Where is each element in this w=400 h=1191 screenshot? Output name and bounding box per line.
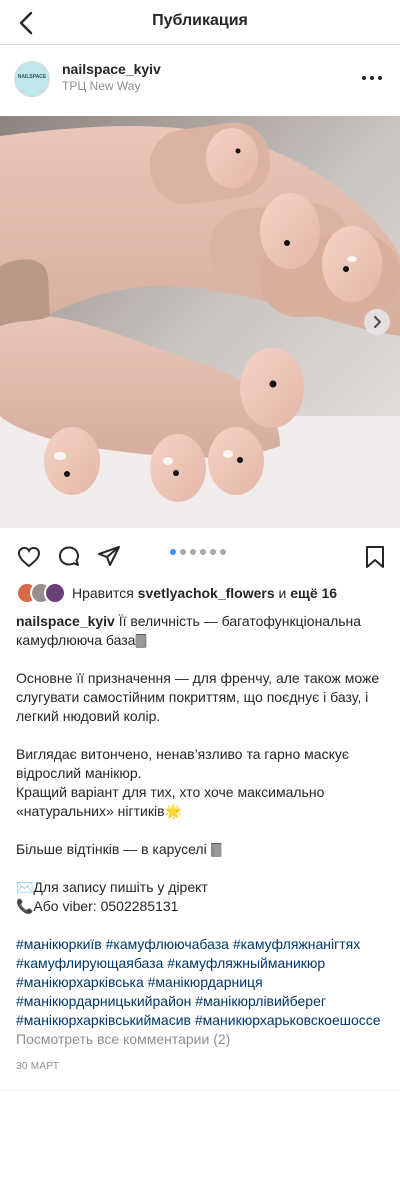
likes-and: и — [278, 585, 287, 601]
post-header: NAILSPACE nailspace_kyiv ТРЦ New Way — [0, 45, 400, 115]
chevron-right-icon — [374, 316, 381, 328]
manicure-photo-image — [0, 116, 400, 528]
view-comments-link[interactable]: Посмотреть все комментарии (2) — [16, 1031, 230, 1047]
caption-paragraph: ✉️Для запису пишіть у дірект 📞Або viber:… — [16, 879, 208, 914]
likes-user[interactable]: svetlyachok_flowers — [138, 585, 275, 601]
more-dots-icon[interactable] — [360, 73, 384, 83]
caption-paragraph: Більше відтінків — в каруселі 🀫 — [16, 841, 222, 857]
comment-bubble-icon[interactable] — [56, 544, 82, 570]
heart-icon[interactable] — [16, 544, 42, 570]
carousel-dot — [190, 549, 196, 555]
likes-row[interactable]: Нравится svetlyachok_flowers и ещё 16 — [16, 582, 396, 606]
bookmark-icon[interactable] — [362, 544, 388, 570]
post-date: 30 МАРТ — [16, 1061, 60, 1072]
divider — [0, 1090, 400, 1091]
carousel-dot — [210, 549, 216, 555]
top-bar: Публикация — [0, 0, 400, 45]
avatar-logo-text: NAILSPACE — [17, 74, 47, 80]
caption-paragraph: Виглядає витончено, ненав’язливо та гарн… — [16, 746, 350, 819]
post-caption: nailspace_kyiv Її величність — багатофун… — [16, 612, 384, 1030]
caption-paragraph: Основне її призначення — для френчу, але… — [16, 670, 384, 724]
paper-plane-icon[interactable] — [96, 544, 122, 570]
likes-prefix: Нравится — [72, 585, 134, 601]
page-title: Публикация — [152, 12, 248, 29]
carousel-next-button[interactable] — [364, 309, 390, 335]
carousel-indicator — [170, 542, 230, 555]
caption-username[interactable]: nailspace_kyiv — [16, 613, 115, 629]
post-photo[interactable] — [0, 116, 400, 528]
avatar[interactable]: NAILSPACE — [14, 61, 50, 97]
carousel-dot — [220, 549, 226, 555]
carousel-dot — [180, 549, 186, 555]
carousel-dot — [200, 549, 206, 555]
caption-hashtags[interactable]: #манікюркиїв #камуфлюючабаза #камуфляжна… — [16, 935, 384, 1030]
liker-avatar — [44, 582, 66, 604]
post-username[interactable]: nailspace_kyiv — [62, 61, 161, 77]
action-bar — [0, 528, 400, 584]
carousel-dot — [170, 549, 176, 555]
post-location[interactable]: ТРЦ New Way — [62, 79, 140, 93]
likes-more-count[interactable]: ещё 16 — [290, 585, 337, 601]
likes-text: Нравится svetlyachok_flowers и ещё 16 — [72, 585, 337, 601]
